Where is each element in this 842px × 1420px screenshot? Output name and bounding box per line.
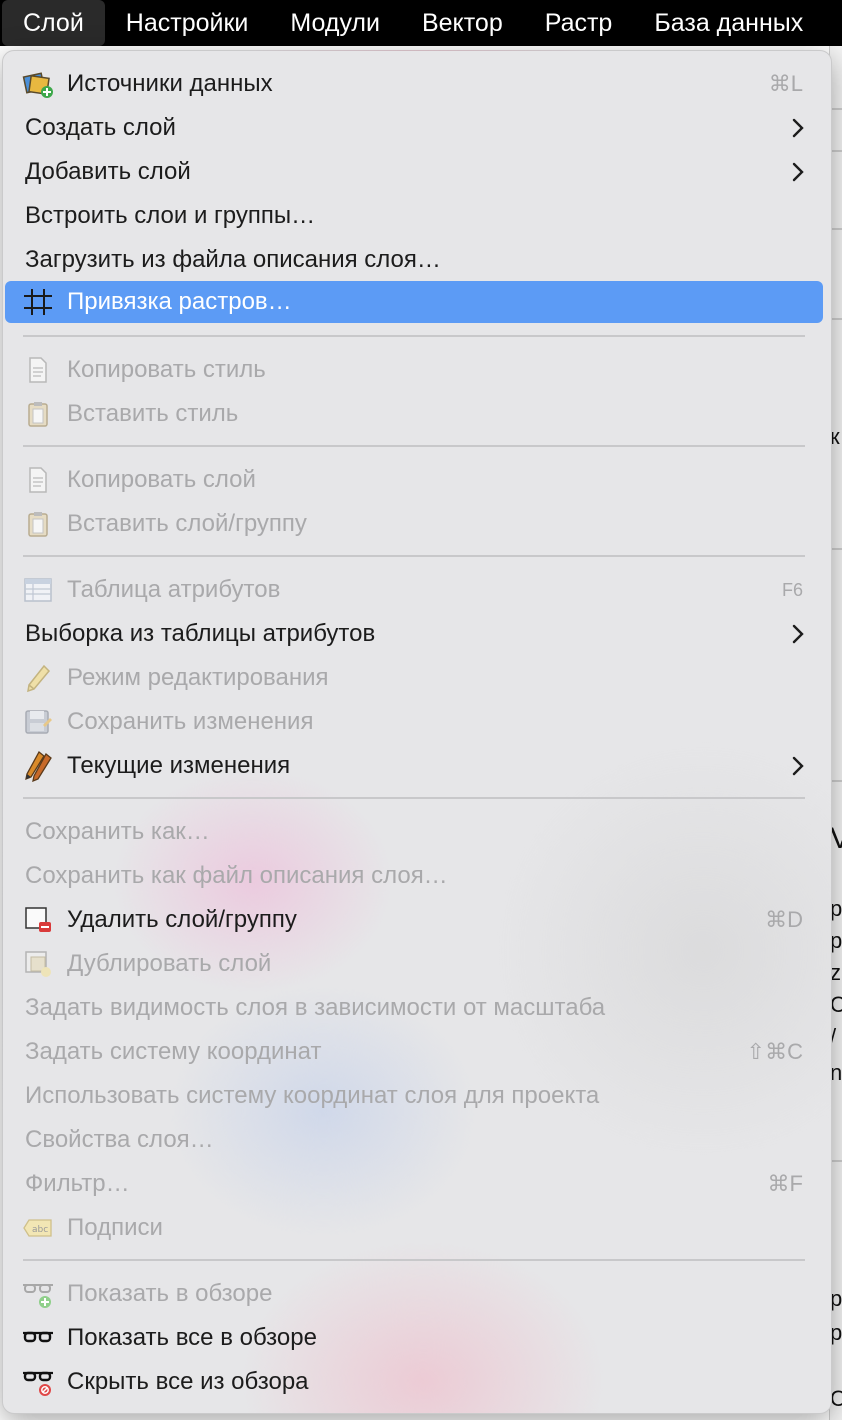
paste-layer-icon — [21, 509, 55, 539]
menu-item-create-layer[interactable]: Создать слой — [5, 109, 823, 147]
menu-item-label: Таблица атрибутов — [67, 576, 281, 603]
menu-item-remove-layer[interactable]: Удалить слой/группу ⌘D — [5, 901, 823, 939]
menu-item-label: Свойства слоя… — [25, 1126, 214, 1153]
menu-separator — [23, 335, 805, 337]
menubar-item-vector[interactable]: Вектор — [401, 0, 524, 46]
georeferencer-grid-icon — [21, 287, 55, 317]
menu-item-label: Копировать стиль — [67, 356, 266, 383]
menu-separator — [23, 1259, 805, 1261]
menu-item-label: Текущие изменения — [67, 752, 291, 779]
menu-item-label: Подписи — [67, 1214, 163, 1241]
paste-style-icon — [21, 399, 55, 429]
menu-item-save-as[interactable]: Сохранить как… — [5, 813, 823, 851]
menu-item-show-all-in-overview[interactable]: Показать все в обзоре — [5, 1319, 823, 1357]
overview-add-icon — [21, 1279, 55, 1309]
menubar-item-plugins[interactable]: Модули — [269, 0, 401, 46]
menu-item-paste-style[interactable]: Вставить стиль — [5, 395, 823, 433]
menu-item-label: Вставить стиль — [67, 400, 239, 427]
menu-item-current-edits[interactable]: Текущие изменения — [5, 747, 823, 785]
pencil-icon — [21, 663, 55, 693]
menu-item-duplicate-layer[interactable]: Дублировать слой — [5, 945, 823, 983]
menu-item-label: Задать видимость слоя в зависимости от м… — [25, 994, 606, 1021]
menu-item-label: Добавить слой — [25, 158, 191, 185]
menu-item-label: Сохранить как… — [25, 818, 210, 845]
menu-item-label: Фильтр… — [25, 1170, 130, 1197]
menu-item-hide-all-from-overview[interactable]: Скрыть все из обзора — [5, 1363, 823, 1401]
menu-item-label: Удалить слой/группу — [67, 906, 297, 933]
menu-item-label: Использовать систему координат слоя для … — [25, 1082, 600, 1109]
remove-layer-icon — [21, 905, 55, 935]
menu-item-label: Создать слой — [25, 114, 176, 141]
attribute-table-icon — [21, 575, 55, 605]
chevron-right-icon — [792, 118, 804, 138]
labels-icon: abc — [21, 1213, 55, 1243]
menu-item-filter[interactable]: Фильтр… ⌘F — [5, 1165, 823, 1203]
menu-item-shortcut: ⌘D — [765, 907, 803, 932]
menu-item-shortcut: ⇧⌘C — [746, 1039, 803, 1064]
copy-style-icon — [21, 355, 55, 385]
menu-item-save-edits[interactable]: Сохранить изменения — [5, 703, 823, 741]
menu-item-label: Задать систему координат — [25, 1038, 322, 1065]
menu-item-label: Сохранить изменения — [67, 708, 314, 735]
menu-item-label: Привязка растров… — [67, 288, 292, 315]
chevron-right-icon — [792, 756, 804, 776]
menubar-item-database[interactable]: База данных — [633, 0, 824, 46]
menu-item-shortcut: ⌘F — [767, 1171, 803, 1196]
menu-item-embed-layers[interactable]: Встроить слои и группы… — [5, 197, 823, 235]
pencils-icon — [21, 751, 55, 782]
menu-item-copy-layer[interactable]: Копировать слой — [5, 461, 823, 499]
menu-item-add-layer[interactable]: Добавить слой — [5, 153, 823, 191]
menu-bar: Слой Настройки Модули Вектор Растр База … — [0, 0, 842, 46]
data-source-icon — [21, 69, 55, 99]
menu-item-layer-properties[interactable]: Свойства слоя… — [5, 1121, 823, 1159]
layer-dropdown-menu: Источники данных ⌘L Создать слой Добавит… — [2, 50, 832, 1414]
menu-item-label: Режим редактирования — [67, 664, 329, 691]
menu-item-filter-attribute-table[interactable]: Выборка из таблицы атрибутов — [5, 615, 823, 653]
save-edits-icon — [21, 707, 55, 737]
menu-item-label: Выборка из таблицы атрибутов — [25, 620, 376, 647]
menu-item-set-crs[interactable]: Задать систему координат ⇧⌘C — [5, 1033, 823, 1071]
menu-item-paste-layer[interactable]: Вставить слой/группу — [5, 505, 823, 543]
menu-item-label: Копировать слой — [67, 466, 256, 493]
svg-text:abc: abc — [32, 1225, 48, 1235]
menu-item-label: Показать в обзоре — [67, 1280, 273, 1307]
menu-item-set-scale-visibility[interactable]: Задать видимость слоя в зависимости от м… — [5, 989, 823, 1027]
copy-layer-icon — [21, 465, 55, 495]
menu-item-toggle-editing[interactable]: Режим редактирования — [5, 659, 823, 697]
menu-item-shortcut: F6 — [781, 579, 803, 600]
menu-item-label: Встроить слои и группы… — [25, 202, 316, 229]
menu-item-save-as-layer-definition[interactable]: Сохранить как файл описания слоя… — [5, 857, 823, 895]
menu-item-label: Загрузить из файла описания слоя… — [25, 246, 441, 273]
menu-item-label: Вставить слой/группу — [67, 510, 307, 537]
menu-item-georeferencer[interactable]: Привязка растров… — [5, 281, 823, 323]
menu-separator — [23, 797, 805, 799]
menu-item-load-layer-definition[interactable]: Загрузить из файла описания слоя… — [5, 241, 823, 279]
menu-item-show-in-overview[interactable]: Показать в обзоре — [5, 1275, 823, 1313]
menu-item-shortcut: ⌘L — [768, 71, 803, 96]
menu-separator — [23, 555, 805, 557]
menu-item-copy-style[interactable]: Копировать стиль — [5, 351, 823, 389]
menu-item-label: Скрыть все из обзора — [67, 1368, 309, 1395]
menu-item-label: Показать все в обзоре — [67, 1324, 317, 1351]
menu-separator — [23, 445, 805, 447]
menu-item-label: Сохранить как файл описания слоя… — [25, 862, 448, 889]
menu-item-attribute-table[interactable]: Таблица атрибутов F6 — [5, 571, 823, 609]
menu-item-label: Источники данных — [67, 70, 273, 97]
overview-all-icon — [21, 1323, 55, 1353]
menubar-item-settings[interactable]: Настройки — [105, 0, 270, 46]
overview-hide-icon — [21, 1367, 55, 1397]
menubar-item-raster[interactable]: Растр — [524, 0, 634, 46]
chevron-right-icon — [792, 162, 804, 182]
menubar-item-layer[interactable]: Слой — [2, 0, 105, 46]
duplicate-layer-icon — [21, 949, 55, 979]
menu-item-labels[interactable]: abc Подписи — [5, 1209, 823, 1247]
menu-item-set-project-crs-from-layer[interactable]: Использовать систему координат слоя для … — [5, 1077, 823, 1115]
menu-item-label: Дублировать слой — [67, 950, 272, 977]
menu-item-data-source-manager[interactable]: Источники данных ⌘L — [5, 65, 823, 103]
chevron-right-icon — [792, 624, 804, 644]
